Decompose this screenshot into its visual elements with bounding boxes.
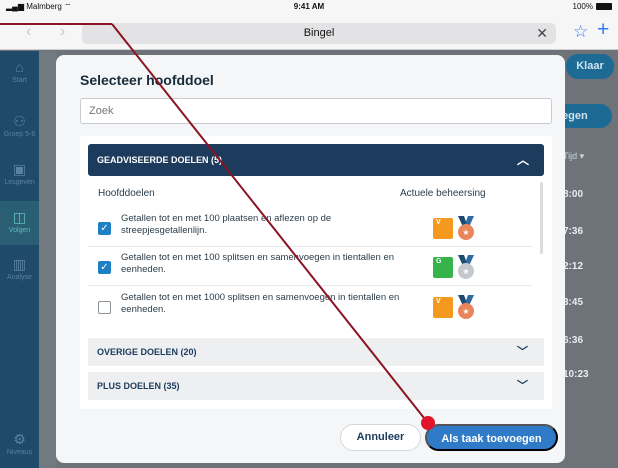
sidebar: ⌂ Start ⚇ Groep 5-6 ▣ Lesgeven ◫ Volgen … [0,51,39,468]
checkbox-unchecked[interactable] [98,301,111,314]
gear-icon: ⚙ [13,431,26,447]
level-badge: G [433,257,453,278]
time-column-header[interactable]: Tijd ▾ [563,151,584,162]
time-value: 2:12 [563,261,584,272]
chevron-down-icon[interactable]: ﹀ [517,338,528,366]
time-value: 8:00 [563,189,584,200]
level-badge: V [433,297,453,318]
goal-text: Getallen tot en met 100 plaatsen en afle… [121,213,332,236]
sidebar-item-volgen[interactable]: ◫ Volgen [0,201,39,245]
section-header-plus[interactable]: PLUS DOELEN (35) ﹀ [88,372,544,400]
svg-text:★: ★ [462,228,469,237]
svg-text:★: ★ [462,267,469,276]
background-strip [39,51,56,468]
svg-text:★: ★ [462,307,469,316]
medal-icon: ★ [458,295,474,319]
time-value: 3:45 [563,297,584,308]
list-item[interactable]: ✓ Getallen tot en met 100 splitsen en sa… [88,248,532,286]
select-goal-dialog: Selecteer hoofddoel GEADVISEERDE DOELEN … [56,55,565,463]
back-icon[interactable]: ‹ [26,23,31,41]
scrollbar[interactable] [540,182,543,254]
cancel-button[interactable]: Annuleer [340,424,421,451]
close-icon[interactable]: ✕ [536,23,548,44]
sidebar-item-analyse[interactable]: ▥ Analyse [0,256,39,281]
page-title: Bingel [303,27,335,39]
checkbox-checked[interactable]: ✓ [98,222,111,235]
battery-indicator: 100% [573,2,612,11]
goal-text: Getallen tot en met 100 splitsen en same… [121,252,395,275]
list-item[interactable]: ✓ Getallen tot en met 100 plaatsen en af… [88,209,532,247]
follow-icon: ◫ [12,209,27,225]
time-value: 7:36 [563,226,584,237]
medal-icon: ★ [458,216,474,240]
status-bar: ▂▄▆ Malmberg ⌔ 9:41 AM 100% [0,0,618,14]
goal-text: Getallen tot en met 1000 splitsen en sam… [121,292,400,315]
dialog-title: Selecteer hoofddoel [80,72,214,88]
medal-icon: ★ [458,255,474,279]
goals-panel: GEADVISEERDE DOELEN (5) ︿ Hoofddoelen Ac… [80,136,552,409]
chevron-up-icon[interactable]: ︿ [517,144,529,176]
browser-toolbar: ‹ › Bingel ✕ ☆ + [0,14,618,50]
forward-icon[interactable]: › [60,23,65,41]
section-header-recommended[interactable]: GEADVISEERDE DOELEN (5) ︿ [88,144,544,176]
chevron-down-icon[interactable]: ﹀ [517,372,528,400]
battery-icon [596,3,612,10]
analysis-icon: ▥ [12,256,27,272]
search-input[interactable] [80,98,552,124]
section-header-other[interactable]: OVERIGE DOELEN (20) ﹀ [88,338,544,366]
sidebar-item-niveaus[interactable]: ⚙ Niveaus [0,431,39,456]
column-header-mastery: Actuele beheersing [400,188,486,199]
checkbox-checked[interactable]: ✓ [98,261,111,274]
clock: 9:41 AM [293,2,325,11]
level-badge: V [433,218,453,239]
bookmark-star-icon[interactable]: ☆ [573,22,588,42]
address-bar[interactable]: Bingel ✕ [82,23,556,44]
column-header-goals: Hoofddoelen [98,188,155,199]
sidebar-item-groep[interactable]: ⚇ Groep 5-6 [0,113,39,138]
add-task-button[interactable]: Als taak toevoegen [425,424,558,451]
lesson-icon: ▣ [12,161,27,177]
klaar-button[interactable]: Klaar [566,54,614,79]
new-tab-icon[interactable]: + [597,18,609,42]
group-icon: ⚇ [13,113,26,129]
sidebar-item-lesgeven[interactable]: ▣ Lesgeven [0,161,39,186]
time-value: 10:23 [563,369,589,380]
list-item[interactable]: Getallen tot en met 1000 splitsen en sam… [88,288,532,326]
time-value: 6:36 [563,335,584,346]
home-icon: ⌂ [15,59,24,75]
sidebar-item-start[interactable]: ⌂ Start [0,59,39,84]
